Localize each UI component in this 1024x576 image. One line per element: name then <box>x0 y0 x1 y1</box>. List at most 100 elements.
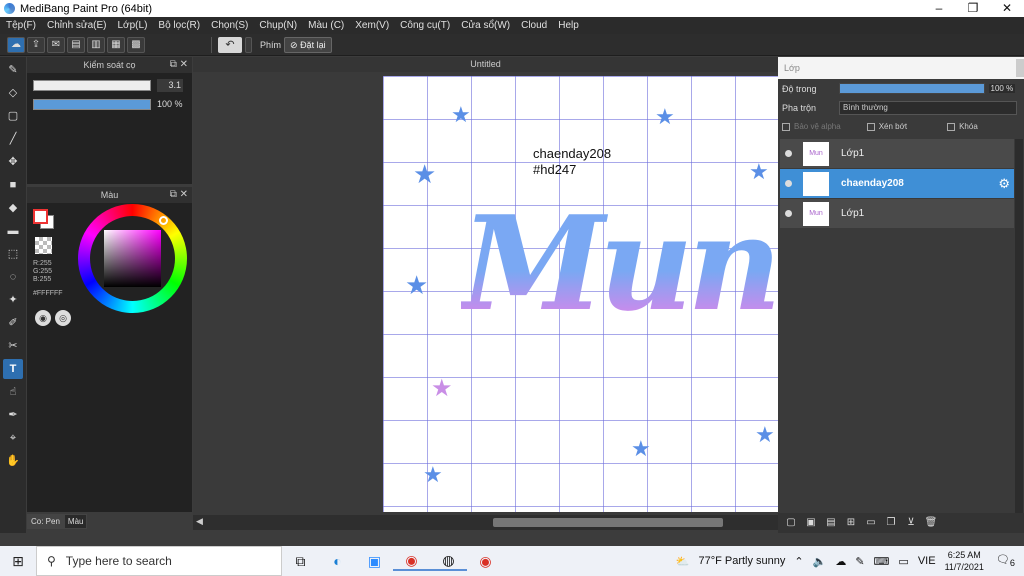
chrome-icon[interactable]: ◉ <box>393 552 430 571</box>
brush-opacity-slider[interactable] <box>33 99 151 110</box>
zoom-app-icon[interactable]: ▣ <box>356 553 393 570</box>
eraser-tool-icon[interactable]: ◇ <box>3 83 23 103</box>
document-tab[interactable]: Untitled <box>193 57 778 72</box>
lasso-tool-icon[interactable]: ◌ <box>3 267 23 287</box>
chrome-profile-icon[interactable]: ◉ <box>467 553 504 570</box>
layer-item-selected[interactable]: chaenday208 ⚙ <box>780 169 1014 198</box>
menu-layer[interactable]: Lớp(L) <box>118 20 148 31</box>
visibility-eye-icon[interactable] <box>785 180 792 187</box>
menu-edit[interactable]: Chỉnh sửa(E) <box>47 20 107 31</box>
tab-pen[interactable]: Co: Pen <box>27 514 64 529</box>
magic-wand-tool-icon[interactable]: ✦ <box>3 290 23 310</box>
panel-close-icon[interactable]: ⧉ ✕ <box>170 57 188 73</box>
visibility-eye-icon[interactable] <box>785 210 792 217</box>
layer-list-scrollbar[interactable] <box>1015 139 1023 524</box>
medibang-icon[interactable]: ◍ <box>430 552 467 571</box>
menu-window[interactable]: Cửa sổ(W) <box>461 20 510 31</box>
minimize-button[interactable]: – <box>922 0 956 17</box>
hue-knob[interactable] <box>159 216 168 225</box>
blend-mode-select[interactable]: Bình thường <box>839 100 1018 115</box>
horizontal-scrollbar[interactable]: ◀ <box>193 515 778 530</box>
notification-icon[interactable]: 🗨6 <box>996 553 1015 568</box>
brush-size-slider[interactable] <box>33 80 151 91</box>
brush-tool-icon[interactable]: ✎ <box>3 60 23 80</box>
menu-file[interactable]: Tệp(F) <box>6 20 36 31</box>
menu-filter[interactable]: Bộ lọc(R) <box>158 20 200 31</box>
select-eraser-tool-icon[interactable]: ✂ <box>3 336 23 356</box>
tab-color[interactable]: Màu <box>63 514 88 529</box>
layer-item[interactable]: Mun Lớp1 <box>780 199 1014 228</box>
dropper-tool-icon[interactable]: ✒ <box>3 405 23 425</box>
new-halftone-layer-icon[interactable]: ▣ <box>804 516 818 530</box>
color-wheel[interactable] <box>78 204 187 313</box>
menu-select[interactable]: Chọn(S) <box>211 20 248 31</box>
weather-text[interactable]: 77°F Partly sunny <box>698 555 785 567</box>
visibility-eye-icon[interactable] <box>785 150 792 157</box>
grid-icon[interactable]: ▩ <box>127 36 145 53</box>
panel-scroll-handle[interactable] <box>1016 59 1024 77</box>
protect-alpha-checkbox[interactable]: Bảo vệ alpha <box>782 122 841 131</box>
undo-button[interactable]: ↶ <box>218 36 242 53</box>
clock[interactable]: 6:25 AM 11/7/2021 <box>945 549 984 573</box>
select-pen-tool-icon[interactable]: ✐ <box>3 313 23 333</box>
edge-browser-icon[interactable]: ◐ <box>319 553 356 569</box>
foreground-color-swatch[interactable] <box>33 209 48 224</box>
palette-icon[interactable]: ◉ <box>35 310 51 326</box>
reset-button[interactable]: ⊘ Đặt lại <box>284 36 332 53</box>
lock-checkbox[interactable]: Khóa <box>947 122 978 131</box>
keyboard-icon[interactable]: ⌨ <box>874 555 890 568</box>
display-icon[interactable]: ▭ <box>898 555 908 568</box>
transparent-color-swatch[interactable] <box>35 237 52 254</box>
pen-tray-icon[interactable]: ✎ <box>855 555 864 568</box>
artboard[interactable]: ★ ★ ★ ★ ★ ★ ★ ★ ★ chaenday208 #hd247 Mun <box>383 76 778 512</box>
layer-settings-gear-icon[interactable]: ⚙ <box>998 176 1010 192</box>
brush-size-value[interactable]: 3.1 <box>157 79 183 92</box>
text-tool-icon[interactable]: T <box>3 359 23 379</box>
redo-button[interactable] <box>245 36 252 53</box>
fill-rect-tool-icon[interactable]: ■ <box>3 175 23 195</box>
share-icon[interactable]: ⇪ <box>27 36 45 53</box>
color-mixer-icon[interactable]: ◎ <box>55 310 71 326</box>
task-view-icon[interactable]: ⧉ <box>282 553 319 570</box>
chat-icon[interactable]: ▤ <box>67 36 85 53</box>
saturation-square[interactable] <box>104 230 161 287</box>
new-layer-icon[interactable]: ▢ <box>784 516 798 530</box>
menu-color[interactable]: Màu (C) <box>308 20 344 31</box>
clip-checkbox[interactable]: Xén bớt <box>866 122 907 131</box>
start-button-icon[interactable]: ⊞ <box>0 553 36 570</box>
menu-help[interactable]: Help <box>558 20 579 31</box>
select-rect-tool-icon[interactable]: ⬚ <box>3 244 23 264</box>
cloud-icon[interactable]: ☁ <box>7 36 25 53</box>
maximize-button[interactable]: ❐ <box>956 0 990 17</box>
duplicate-layer-icon[interactable]: ❐ <box>884 516 898 530</box>
scroll-thumb[interactable] <box>493 518 723 527</box>
menu-snap[interactable]: Chụp(N) <box>259 20 297 31</box>
menu-cloud[interactable]: Cloud <box>521 20 547 31</box>
line-tool-icon[interactable]: ╱ <box>3 129 23 149</box>
new-folder-icon[interactable]: ▭ <box>864 516 878 530</box>
move-tool-icon[interactable]: ✥ <box>3 152 23 172</box>
comment-icon[interactable]: ✉ <box>47 36 65 53</box>
pages-icon[interactable]: ▦ <box>107 36 125 53</box>
rectangle-tool-icon[interactable]: ▢ <box>3 106 23 126</box>
eyedropper-tool-icon[interactable]: ⌖ <box>3 428 23 448</box>
layer-opacity-slider[interactable] <box>838 83 985 94</box>
panel-close-icon[interactable]: ⧉ ✕ <box>170 187 188 203</box>
chevron-up-icon[interactable]: ⌃ <box>794 555 803 568</box>
menu-tools[interactable]: Công cụ(T) <box>400 20 450 31</box>
layer-item[interactable]: Mun Lớp1 <box>780 139 1014 168</box>
hand-tool-icon[interactable]: ✋ <box>3 451 23 471</box>
page-icon[interactable]: ▥ <box>87 36 105 53</box>
taskbar-search[interactable]: ⚲ Type here to search <box>36 546 282 576</box>
bucket-tool-icon[interactable]: ◆ <box>3 198 23 218</box>
new-8bit-layer-icon[interactable]: ▤ <box>824 516 838 530</box>
volume-icon[interactable]: 🔈 <box>813 555 827 568</box>
merge-down-icon[interactable]: ⊻ <box>904 516 918 530</box>
menu-view[interactable]: Xem(V) <box>355 20 389 31</box>
close-button[interactable]: ✕ <box>990 0 1024 17</box>
cloud-tray-icon[interactable]: ☁ <box>835 555 846 568</box>
scroll-left-icon[interactable]: ◀ <box>196 516 203 527</box>
delete-layer-icon[interactable]: 🗑 <box>924 516 938 530</box>
gradient-tool-icon[interactable]: ▬ <box>3 221 23 241</box>
language-indicator[interactable]: VIE <box>918 555 936 567</box>
